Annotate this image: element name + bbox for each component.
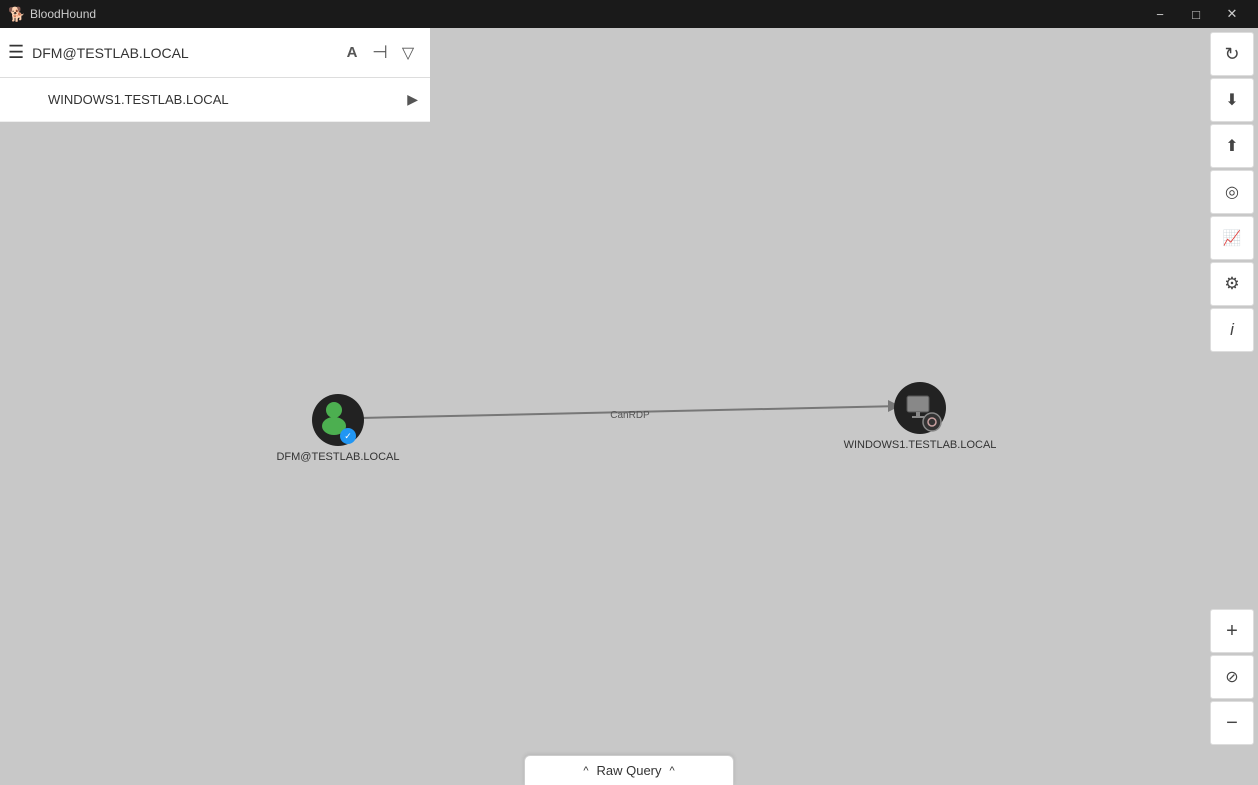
app-icon: 🐕 [8,6,24,22]
edge-label: CanRDP [610,410,650,421]
node-dfm[interactable]: ✓ DFM@TESTLAB.LOCAL [276,394,399,463]
close-button[interactable]: ✕ [1214,0,1250,28]
node-windows1[interactable]: WINDOWS1.TESTLAB.LOCAL [844,382,997,451]
raw-query-bar[interactable]: ^ Raw Query ^ [524,755,734,785]
raw-query-text: Raw Query [596,763,661,778]
titlebar: 🐕 BloodHound − □ ✕ [0,0,1258,28]
result-item-arrow: ▶ [407,91,418,108]
minimize-button[interactable]: − [1142,0,1178,28]
menu-icon[interactable]: ☰ [8,42,24,63]
settings-button[interactable]: ⚙ [1210,262,1254,306]
app-title: BloodHound [30,7,1142,21]
graph-svg: CanRDP ✓ DFM@TESTLAB.LOCAL WI [0,28,1258,785]
search-input[interactable] [32,45,338,61]
zoom-reset-button[interactable]: ⊘ [1210,655,1254,699]
window-controls: − □ ✕ [1142,0,1250,28]
raw-query-label: ^ Raw Query ^ [583,763,674,778]
zoom-controls: + ⊘ − [1210,609,1254,745]
back-icon[interactable]: ⊣ [366,39,394,67]
maximize-button[interactable]: □ [1178,0,1214,28]
search-bar: ☰ A ⊣ ▽ [0,28,430,78]
node-dfm-label: DFM@TESTLAB.LOCAL [276,451,399,463]
search-result-item[interactable]: WINDOWS1.TESTLAB.LOCAL ▶ [0,78,430,122]
filter-icon[interactable]: ▽ [394,39,422,67]
zoom-in-button[interactable]: + [1210,609,1254,653]
raw-query-chevron-down: ^ [670,765,675,777]
node-windows1-label: WINDOWS1.TESTLAB.LOCAL [844,439,997,451]
svg-text:✓: ✓ [344,431,352,441]
refresh-button[interactable]: ↻ [1210,32,1254,76]
upload-button[interactable]: ⬆ [1210,124,1254,168]
info-button[interactable]: i [1210,308,1254,352]
zoom-out-button[interactable]: − [1210,701,1254,745]
chart-button[interactable]: 📈 [1210,216,1254,260]
raw-query-chevron-up: ^ [583,765,588,777]
right-toolbar: ↻ ⬇ ⬆ ◎ 📈 ⚙ i [1206,28,1258,352]
graph-area[interactable]: CanRDP ✓ DFM@TESTLAB.LOCAL WI [0,28,1258,785]
download-button[interactable]: ⬇ [1210,78,1254,122]
result-item-label: WINDOWS1.TESTLAB.LOCAL [48,92,407,107]
left-panel: ☰ A ⊣ ▽ WINDOWS1.TESTLAB.LOCAL ▶ [0,28,430,122]
find-icon[interactable]: A [338,39,366,67]
locate-button[interactable]: ◎ [1210,170,1254,214]
